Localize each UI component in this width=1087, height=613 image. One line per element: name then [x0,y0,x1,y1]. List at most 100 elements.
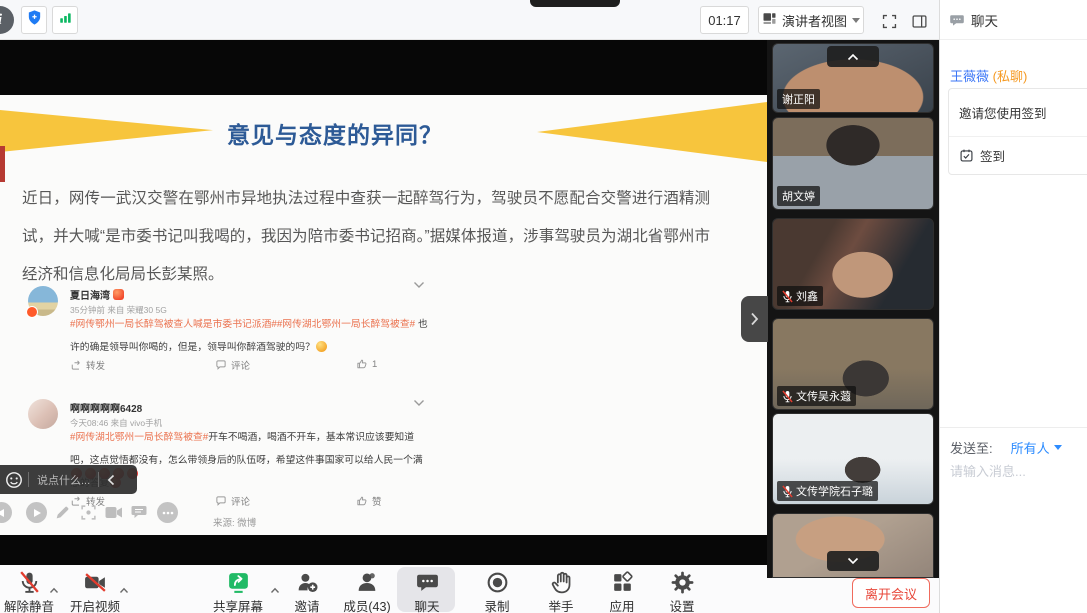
play-icon [34,509,41,517]
slide-accent-stripe [0,146,5,182]
video-tile[interactable]: 文传吴永蕸 [772,318,934,410]
camera-control-button[interactable] [105,506,123,524]
share-screen-icon [208,567,268,595]
send-to-selector[interactable]: 所有人 [1011,438,1062,457]
like-button: 1 [356,358,377,370]
layout-view-icon [762,11,777,29]
invite-person-icon [283,567,331,595]
share-screen-button[interactable]: 共享屏幕 [208,567,268,613]
annotation-comment-bar: 说点什么... [0,465,137,494]
chat-button[interactable]: 聊天 [399,567,455,613]
mic-muted-icon [782,485,793,498]
slide-paragraph: 近日，网传一武汉交警在鄂州市异地执法过程中查获一起醉驾行为，驾驶员不愿配合交警进… [22,180,710,294]
settings-gear-icon [655,567,709,595]
thinking-face-emoji [316,341,327,352]
vip-badge-icon [113,289,124,300]
avatar [28,286,58,316]
start-video-button[interactable]: 开启视频 [66,567,124,613]
network-signal-button[interactable] [52,6,78,34]
chat-message-sender: 王薇薇 (私聊) [950,66,1027,85]
raise-hand-icon [534,567,588,595]
comment-control-button[interactable] [131,505,147,524]
post-user-name: 夏日海湾 [70,287,124,302]
leave-meeting-button[interactable]: 离开会议 [852,578,930,608]
repost-icon [70,359,82,371]
post-menu-chevron-icon [413,394,425,412]
post-source-caption: 来源: 微博 [213,515,256,529]
mic-muted-icon [782,390,793,403]
smiley-icon [5,471,23,489]
video-tile[interactable]: 刘鑫 [772,218,934,310]
post-menu-chevron-icon [413,276,425,294]
checkin-invite-text: 邀请您使用签到 [949,89,1087,136]
apps-button[interactable]: 应用 [595,567,649,613]
participant-name-label: 谢正阳 [777,89,820,109]
security-button[interactable] [21,6,47,34]
more-options-button[interactable] [157,502,178,523]
scroll-videos-down-button[interactable] [827,551,879,571]
slide-title: 意见与态度的异同？ [115,116,555,150]
play-button[interactable] [26,502,47,523]
focus-button[interactable] [80,504,97,526]
raise-hand-button[interactable]: 举手 [534,567,588,613]
participant-name-label: 胡文婷 [777,186,820,206]
emoji-button[interactable] [0,471,28,489]
participant-name-label: 文传吴永蕸 [777,386,856,406]
pencil-icon [54,504,71,521]
comment-button: 评论 [215,358,250,372]
divider [940,427,1087,428]
view-mode-button[interactable]: 演讲者视图 [758,6,864,34]
quick-comment-input[interactable]: 说点什么... [29,472,98,488]
camera-off-icon [66,567,124,595]
shield-plus-icon [26,9,43,31]
share-indicator-pill[interactable] [530,0,620,7]
previous-button[interactable] [0,502,12,523]
post-hashtags: #网传鄂州一局长醉驾被查人喊是市委书记派酒##网传湖北鄂州一局长醉驾被查# [70,319,415,330]
focus-frame-icon [80,504,97,521]
thumbs-up-icon [356,495,368,507]
avatar [28,399,58,429]
post-user-name: 啊啊啊啊啊6428 [70,400,142,415]
comment-icon [215,359,227,371]
chat-message-input[interactable]: 请输入消息... [950,461,1026,480]
chevron-left-icon [107,474,115,486]
mic-muted-icon [782,290,793,303]
chevron-down-icon [847,557,859,565]
fullscreen-button[interactable] [877,9,901,33]
repost-button: 转发 [70,358,105,372]
participant-name-label: 文传学院石子璐 [777,481,878,501]
post-content: #网传鄂州一局长醉驾被查人喊是市委书记派酒##网传湖北鄂州一局长醉驾被查# 也许… [70,313,428,359]
panel-collapse-handle[interactable] [741,296,768,342]
chevron-down-icon [852,18,860,23]
chat-bubble-icon [399,567,455,595]
chat-panel-title: 聊天 [971,10,998,30]
members-button[interactable]: 成员(43) [336,567,398,613]
collapse-bar-button[interactable] [99,474,123,486]
side-panel-icon [911,13,928,30]
side-panel-toggle-button[interactable] [907,9,931,33]
video-tile[interactable]: 文传学院石子璐 [772,413,934,505]
settings-button[interactable]: 设置 [655,567,709,613]
draw-button[interactable] [54,504,71,526]
unmute-options-caret[interactable] [49,581,59,599]
chat-icon [949,12,965,28]
meeting-timer: 01:17 [700,6,749,34]
record-button[interactable]: 录制 [470,567,524,613]
ellipsis-icon [162,511,174,515]
info-icon[interactable]: i [0,6,14,34]
chevron-right-icon [750,312,759,326]
calendar-check-icon [959,148,974,163]
comment-icon [215,495,227,507]
top-toolbar: i 01:17 演讲者视图 [0,0,939,40]
share-options-caret[interactable] [270,581,280,599]
previous-icon [0,509,4,517]
collapse-videos-button[interactable] [827,46,879,67]
invite-button[interactable]: 邀请 [283,567,331,613]
record-icon [470,567,524,595]
comment-button: 评论 [215,494,250,508]
video-options-caret[interactable] [119,581,129,599]
members-icon [336,567,398,595]
video-tile[interactable]: 胡文婷 [772,117,934,210]
checkin-button[interactable]: 签到 [949,136,1087,174]
video-thumbnail-strip: 谢正阳 胡文婷 刘鑫 文传吴永蕸 文传学院石子璐 [767,40,939,578]
